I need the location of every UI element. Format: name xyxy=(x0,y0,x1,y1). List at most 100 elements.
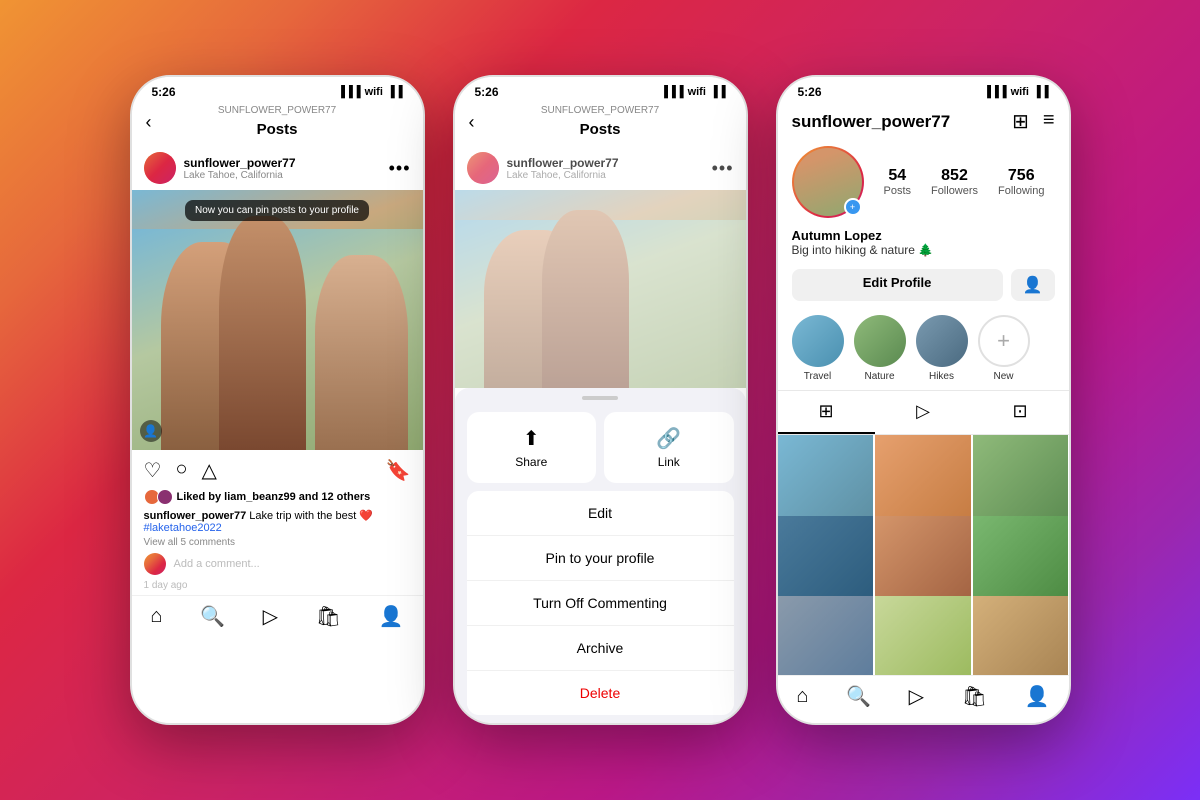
stat-following[interactable]: 756 Following xyxy=(998,167,1044,197)
post-username-1[interactable]: sunflower_power77 xyxy=(184,156,296,170)
post-header-2: sunflower_power77 Lake Tahoe, California… xyxy=(455,146,746,190)
caption-hashtag[interactable]: #laketahoe2022 xyxy=(144,522,222,534)
highlight-nature[interactable]: Nature xyxy=(854,315,906,382)
phone-1: 5:26 ▐▐▐ wifi ▐▐ ‹ SUNFLOWER_POWER77 Pos… xyxy=(130,75,425,725)
phone-3: 5:26 ▐▐▐ wifi ▐▐ sunflower_power77 ⊞ ≡ +… xyxy=(776,75,1071,725)
stat-followers[interactable]: 852 Followers xyxy=(931,167,978,197)
view-comments[interactable]: View all 5 comments xyxy=(132,536,423,549)
delete-menu-item[interactable]: Delete xyxy=(467,671,734,715)
status-bar-2: 5:26 ▐▐▐ wifi ▐▐ xyxy=(455,77,746,103)
post-location-1: Lake Tahoe, California xyxy=(184,170,296,181)
tab-reels[interactable]: ▷ xyxy=(875,391,972,434)
add-comment-placeholder[interactable]: Add a comment... xyxy=(174,558,260,570)
avatar-1[interactable] xyxy=(144,152,176,184)
post-header-1: sunflower_power77 Lake Tahoe, California… xyxy=(132,146,423,190)
highlight-label-nature: Nature xyxy=(864,371,894,382)
posts-label: Posts xyxy=(883,185,911,197)
status-time-3: 5:26 xyxy=(798,85,822,99)
pin-menu-item[interactable]: Pin to your profile xyxy=(467,536,734,581)
status-time-1: 5:26 xyxy=(152,85,176,99)
nav-shop-1[interactable]: 🛍 xyxy=(316,604,341,629)
nav-profile-3[interactable]: 👤 xyxy=(1025,684,1050,709)
highlight-circle-new: + xyxy=(978,315,1030,367)
profile-bio-text: Big into hiking & nature 🌲 xyxy=(792,243,1055,257)
header-bar-1: ‹ SUNFLOWER_POWER77 Posts xyxy=(132,103,423,146)
header-title-1: Posts xyxy=(257,121,298,138)
header-bar-2: ‹ SUNFLOWER_POWER77 Posts xyxy=(455,103,746,146)
nav-profile-1[interactable]: 👤 xyxy=(379,604,404,629)
post-location-2: Lake Tahoe, California xyxy=(507,170,619,181)
tab-tagged[interactable]: ⊡ xyxy=(972,391,1069,434)
action-sheet: ⬆ Share 🔗 Link Edit Pin to your profile … xyxy=(455,388,746,723)
highlight-new[interactable]: + New xyxy=(978,315,1030,382)
more-button-2[interactable]: ••• xyxy=(712,158,734,179)
commenter-avatar xyxy=(144,553,166,575)
tab-grid[interactable]: ⊞ xyxy=(778,391,875,434)
bottom-nav-1: ⌂ 🔍 ▷ 🛍 👤 xyxy=(132,595,423,643)
grid-cell-7[interactable] xyxy=(778,596,874,675)
back-button-2[interactable]: ‹ xyxy=(469,112,475,133)
back-button-1[interactable]: ‹ xyxy=(146,112,152,133)
share-button[interactable]: ⬆ Share xyxy=(467,412,597,483)
followers-label: Followers xyxy=(931,185,978,197)
sheet-menu: Edit Pin to your profile Turn Off Commen… xyxy=(467,491,734,715)
wifi-icon-2: wifi xyxy=(688,86,706,98)
grid-cell-9[interactable] xyxy=(973,596,1069,675)
following-label: Following xyxy=(998,185,1044,197)
post-user-info: sunflower_power77 Lake Tahoe, California xyxy=(184,156,296,181)
highlight-circle-hikes xyxy=(916,315,968,367)
nav-home-1[interactable]: ⌂ xyxy=(150,605,162,628)
share-label: Share xyxy=(515,455,547,469)
like-icon[interactable]: ♡ xyxy=(144,458,162,483)
comment-icon[interactable]: ○ xyxy=(175,458,187,483)
posts-count: 54 xyxy=(883,167,911,185)
user-tag-icon: 👤 xyxy=(140,420,162,442)
edit-menu-item[interactable]: Edit xyxy=(467,491,734,536)
menu-icon[interactable]: ≡ xyxy=(1043,109,1055,134)
post-image-inner xyxy=(132,190,423,450)
bookmark-icon[interactable]: 🔖 xyxy=(386,458,411,483)
wifi-icon-3: wifi xyxy=(1011,86,1029,98)
liker-avatar-2 xyxy=(157,489,173,505)
header-subtitle-2: SUNFLOWER_POWER77 xyxy=(541,105,659,116)
nav-reels-1[interactable]: ▷ xyxy=(263,604,278,629)
edit-profile-button[interactable]: Edit Profile xyxy=(792,269,1003,301)
nav-home-3[interactable]: ⌂ xyxy=(796,685,808,708)
grid-cell-8[interactable] xyxy=(875,596,971,675)
highlight-travel[interactable]: Travel xyxy=(792,315,844,382)
bottom-nav-3: ⌂ 🔍 ▷ 🛍 👤 xyxy=(778,675,1069,723)
status-time-2: 5:26 xyxy=(475,85,499,99)
post-image-2 xyxy=(455,190,746,388)
likes-row: Liked by liam_beanz99 and 12 others xyxy=(132,487,423,507)
turn-off-commenting-menu-item[interactable]: Turn Off Commenting xyxy=(467,581,734,626)
nav-search-1[interactable]: 🔍 xyxy=(200,604,225,629)
archive-menu-item[interactable]: Archive xyxy=(467,626,734,671)
nav-shop-3[interactable]: 🛍 xyxy=(962,684,987,709)
post-image-1: Now you can pin posts to your profile 👤 xyxy=(132,190,423,450)
share-icon[interactable]: △ xyxy=(202,458,217,483)
battery-icon: ▐▐ xyxy=(387,86,403,98)
profile-username: sunflower_power77 xyxy=(792,112,951,132)
add-comment-row: Add a comment... xyxy=(132,549,423,579)
sheet-top-row: ⬆ Share 🔗 Link xyxy=(455,404,746,491)
post-username-2[interactable]: sunflower_power77 xyxy=(507,156,619,170)
discover-people-button[interactable]: 👤 xyxy=(1011,269,1055,301)
profile-stats-row: + 54 Posts 852 Followers 756 Following xyxy=(778,138,1069,226)
verified-badge: + xyxy=(844,198,862,216)
nav-search-3[interactable]: 🔍 xyxy=(846,684,871,709)
tabs-row: ⊞ ▷ ⊡ xyxy=(778,390,1069,435)
edit-profile-row: Edit Profile 👤 xyxy=(778,263,1069,307)
avatar-2[interactable] xyxy=(467,152,499,184)
link-button[interactable]: 🔗 Link xyxy=(604,412,734,483)
highlight-circle-travel xyxy=(792,315,844,367)
status-icons-2: ▐▐▐ wifi ▐▐ xyxy=(660,86,725,98)
nav-reels-3[interactable]: ▷ xyxy=(909,684,924,709)
add-post-icon[interactable]: ⊞ xyxy=(1012,109,1029,134)
caption-username[interactable]: sunflower_power77 xyxy=(144,510,247,522)
highlight-circle-nature xyxy=(854,315,906,367)
more-button-1[interactable]: ••• xyxy=(389,158,411,179)
status-bar-1: 5:26 ▐▐▐ wifi ▐▐ xyxy=(132,77,423,103)
highlight-hikes[interactable]: Hikes xyxy=(916,315,968,382)
action-row-1: ♡ ○ △ 🔖 xyxy=(132,450,423,487)
post-image-inner-2 xyxy=(455,190,746,388)
